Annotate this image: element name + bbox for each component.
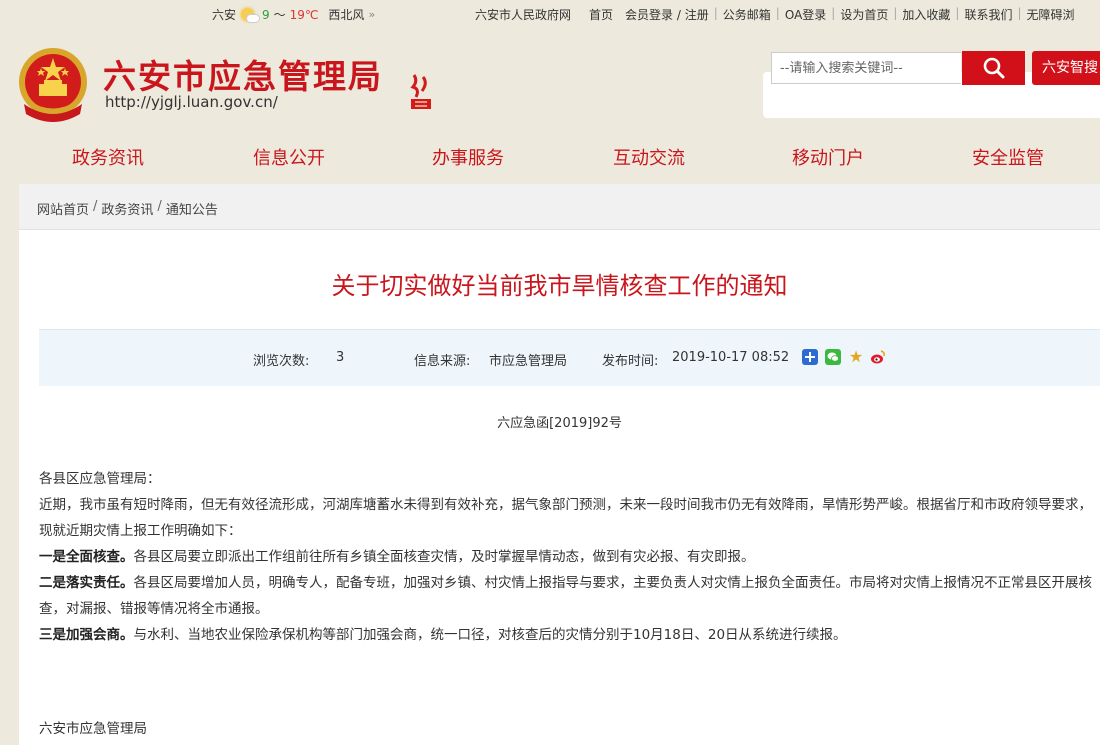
article-title: 关于切实做好当前我市旱情核查工作的通知 xyxy=(331,272,788,300)
article-meta-bar: 浏览次数: 3 信息来源: 市应急管理局 发布时间: 2019-10-17 08… xyxy=(39,329,1100,386)
breadcrumb-bar: 网站首页 / 政务资讯 / 通知公告 xyxy=(19,184,1100,230)
search-input[interactable] xyxy=(771,52,961,84)
source-label: 信息来源: xyxy=(414,354,471,369)
top-bar: 六安 9 ～ 19℃ 西北风 » 六安市人民政府网 首页 会员登录 / 注册 | 公… xyxy=(0,0,1100,28)
paragraph-2: 二是落实责任。各县区局要增加人员，明确专人，配备专班，加强对乡镇、村灾情上报指导… xyxy=(39,570,1094,622)
link-add-favorite[interactable]: 加入收藏 xyxy=(902,6,950,23)
share-qzone-icon[interactable]: ★ xyxy=(848,349,864,365)
weather-wind: 西北风 xyxy=(328,8,365,22)
main-nav: 政务资讯 信息公开 办事服务 互动交流 移动门户 安全监管 xyxy=(0,128,1100,184)
search-icon xyxy=(983,57,1004,79)
link-accessibility[interactable]: 无障碍浏 xyxy=(1027,6,1075,23)
salutation: 各县区应急管理局： xyxy=(39,471,161,487)
share-weibo-icon[interactable] xyxy=(870,349,886,365)
breadcrumb: 网站首页 / 政务资讯 / 通知公告 xyxy=(37,199,218,218)
weather-sunny-icon xyxy=(240,7,261,23)
nav-item-info-public[interactable]: 信息公开 xyxy=(253,144,325,170)
link-home[interactable]: 首页 xyxy=(589,6,613,23)
weather-widget: 六安 9 ～ 19℃ 西北风 » xyxy=(212,6,375,23)
signature: 六安市应急管理局 xyxy=(39,721,147,737)
views-label: 浏览次数: xyxy=(253,354,310,369)
date-value: 2019-10-17 08:52 xyxy=(672,350,790,365)
share-more-icon[interactable] xyxy=(802,349,818,365)
red-seal-icon xyxy=(410,74,431,109)
temp-low: 9 xyxy=(262,7,270,22)
paragraph-2-text: 各县区局要增加人员，明确专人，配备专班，加强对乡镇、村灾情上报指导与要求，主要负… xyxy=(39,575,1092,617)
document-number: 六应急函[2019]92号 xyxy=(497,416,622,431)
search-button[interactable] xyxy=(962,51,1025,85)
temp-high: 19℃ xyxy=(289,7,319,22)
share-wechat-icon[interactable] xyxy=(825,349,841,365)
weather-city: 六安 xyxy=(212,8,237,22)
link-contact[interactable]: 联系我们 xyxy=(964,6,1012,23)
link-mail[interactable]: 公务邮箱 xyxy=(723,6,771,23)
nav-item-services[interactable]: 办事服务 xyxy=(432,144,504,170)
source-value: 市应急管理局 xyxy=(489,354,568,369)
article-body: 各县区应急管理局： 近期，我市虽有短时降雨，但无有效径流形成，河湖库塘蓄水未得到… xyxy=(39,466,1094,648)
views-count: 3 xyxy=(336,350,345,365)
site-url: http://yjglj.luan.gov.cn/ xyxy=(105,93,278,111)
nav-item-safety[interactable]: 安全监管 xyxy=(972,144,1044,170)
site-title[interactable]: 六安市应急管理局 xyxy=(103,50,383,98)
nav-item-mobile[interactable]: 移动门户 xyxy=(792,144,864,170)
link-set-homepage[interactable]: 设为首页 xyxy=(840,6,888,23)
paragraph-3-lead: 三是加强会商。 xyxy=(39,627,134,643)
temp-sep: ～ xyxy=(273,8,286,22)
breadcrumb-news[interactable]: 政务资讯 xyxy=(101,199,153,218)
date-label: 发布时间: xyxy=(602,354,659,369)
paragraph-1-text: 各县区局要立即派出工作组前往所有乡镇全面核查灾情，及时掌握旱情动态，做到有灾必报… xyxy=(133,549,755,565)
breadcrumb-notices[interactable]: 通知公告 xyxy=(166,199,218,218)
breadcrumb-home[interactable]: 网站首页 xyxy=(37,199,89,218)
intro-paragraph: 近期，我市虽有短时降雨，但无有效径流形成，河湖库塘蓄水未得到有效补充，据气象部门… xyxy=(39,497,1092,539)
weather-more-icon[interactable]: » xyxy=(368,8,375,21)
nav-item-interaction[interactable]: 互动交流 xyxy=(613,144,685,170)
paragraph-3-text: 与水利、当地农业保险承保机构等部门加强会商，统一口径，对核查后的灾情分别于10月… xyxy=(133,627,847,643)
paragraph-1-lead: 一是全面核查。 xyxy=(39,549,134,565)
nav-item-news[interactable]: 政务资讯 xyxy=(72,144,144,170)
smart-search-button[interactable]: 六安智搜 xyxy=(1032,51,1100,85)
link-oa-login[interactable]: OA登录 xyxy=(785,6,826,23)
paragraph-3: 三是加强会商。与水利、当地农业保险承保机构等部门加强会商，统一口径，对核查后的灾… xyxy=(39,622,1094,648)
link-city-gov[interactable]: 六安市人民政府网 xyxy=(475,6,571,23)
content-panel: 网站首页 / 政务资讯 / 通知公告 关于切实做好当前我市旱情核查工作的通知 浏… xyxy=(19,184,1100,745)
national-emblem-icon[interactable] xyxy=(14,44,92,126)
paragraph-2-lead: 二是落实责任。 xyxy=(39,575,134,591)
link-login-register[interactable]: 会员登录 / 注册 xyxy=(625,6,709,23)
paragraph-1: 一是全面核查。各县区局要立即派出工作组前往所有乡镇全面核查灾情，及时掌握旱情动态… xyxy=(39,544,1094,570)
top-links: 六安市人民政府网 首页 会员登录 / 注册 | 公务邮箱 | OA登录 | 设为… xyxy=(475,6,1075,23)
